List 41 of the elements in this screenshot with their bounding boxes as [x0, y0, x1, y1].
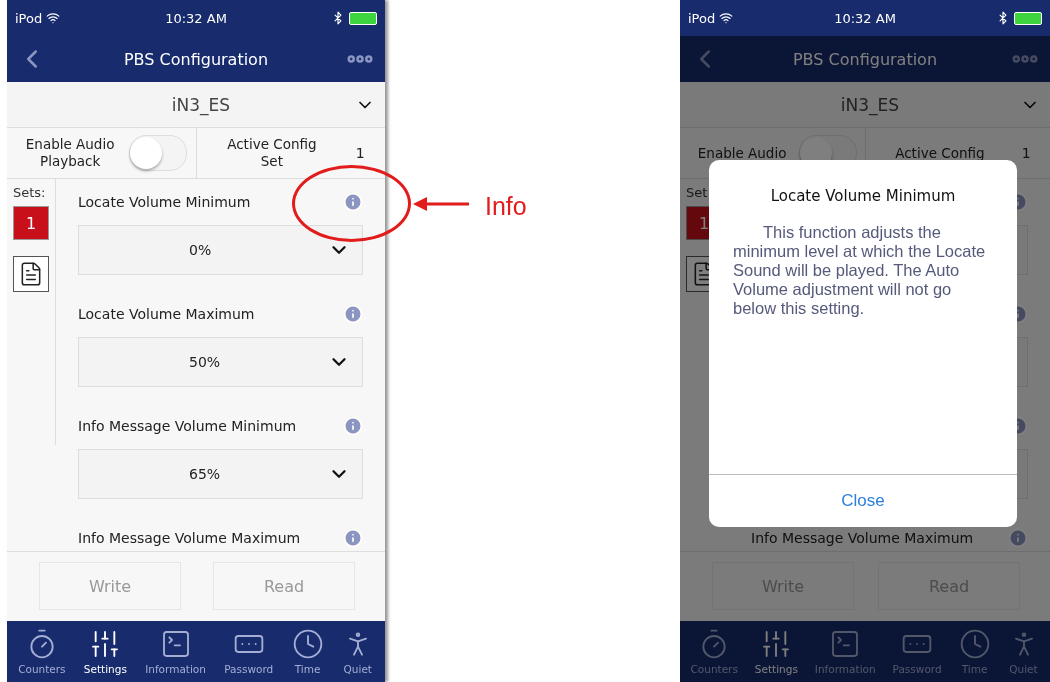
toggle-label: Enable Audio: [696, 144, 788, 162]
carrier-label: iPod: [15, 10, 43, 26]
setting-label: Locate Volume Minimum: [78, 194, 251, 210]
callout-label: Info: [485, 194, 527, 218]
value-dropdown[interactable]: 0%: [78, 225, 363, 275]
setting-label: Info Message Volume Maximum: [751, 530, 974, 546]
tab-item[interactable]: Time: [958, 628, 991, 675]
dialog-text: This function adjusts the minimum level at which the Locate Sound will be played. The Auto Volume adjustment will not go below this setting.: [732, 223, 987, 319]
tab-item[interactable]: Information: [814, 628, 876, 675]
device-selector[interactable]: iN3_ES: [7, 82, 385, 128]
config-label: Active Config: [894, 144, 986, 162]
sets-label: Sets:: [13, 185, 46, 200]
value-dropdown[interactable]: 65%: [78, 449, 363, 499]
tab-item[interactable]: Password: [224, 628, 274, 675]
nav-title: PBS Configuration: [792, 49, 938, 69]
toggle-label: Enable Audio Playback: [24, 136, 116, 170]
config-value: 1: [1021, 145, 1031, 161]
setting-label: Locate Volume Maximum: [78, 306, 255, 322]
status-time: 10:32 AM: [834, 10, 896, 26]
tab-item[interactable]: Quiet: [1007, 628, 1040, 675]
tab-item[interactable]: Settings: [754, 628, 798, 675]
tab-item[interactable]: Counters: [690, 628, 738, 675]
sets-label: Set: [686, 185, 708, 200]
tab-item[interactable]: Settings: [83, 628, 127, 675]
tab-item[interactable]: Time: [291, 628, 324, 675]
config-label: Active Config Set: [226, 136, 318, 170]
setting-label: Info Message Volume Minimum: [78, 418, 297, 434]
device-selector[interactable]: iN3_ES: [680, 82, 1050, 128]
status-time: 10:32 AM: [165, 10, 227, 26]
setting-label: Info Message Volume Maximum: [78, 530, 301, 546]
carrier-label: iPod: [688, 10, 716, 26]
tab-item[interactable]: Password: [892, 628, 942, 675]
close-button[interactable]: Close: [709, 474, 1017, 527]
config-value: 1: [355, 145, 365, 161]
tab-item[interactable]: Quiet: [341, 628, 374, 675]
tab-item[interactable]: Counters: [18, 628, 66, 675]
tab-item[interactable]: Information: [145, 628, 206, 675]
set-button[interactable]: 1: [13, 206, 49, 240]
nav-title: PBS Configuration: [123, 49, 269, 69]
dialog-title: Locate Volume Minimum: [769, 187, 957, 205]
value-dropdown[interactable]: 50%: [78, 337, 363, 387]
